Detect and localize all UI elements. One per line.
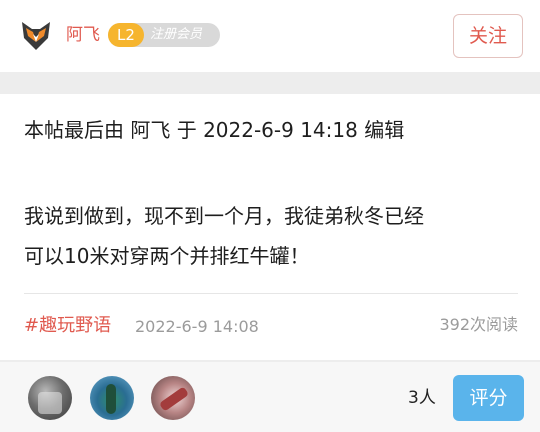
rater-count: 3人 [408,388,436,408]
rater-avatar[interactable] [90,376,134,420]
rater-avatar[interactable] [151,376,195,420]
author-name[interactable]: 阿飞 [66,24,100,46]
post-content: 我说到做到，现不到一个月，我徒弟秋冬已经 可以10米对穿两个并排红牛罐！ [24,196,524,276]
level-badge: L2 [108,23,144,47]
topic-tag-link[interactable]: #趣玩野语 [24,314,111,338]
divider [24,293,518,294]
view-count: 392次阅读 [439,315,518,334]
author-header: 阿飞 L2 注册会员 关注 [0,0,540,72]
fox-logo-icon[interactable] [20,20,52,52]
post-content-line: 可以10米对穿两个并排红牛罐！ [24,244,310,268]
post-date: 2022-6-9 14:08 [135,317,259,336]
rater-avatar[interactable] [28,376,72,420]
rate-button[interactable]: 评分 [453,375,524,421]
follow-button[interactable]: 关注 [453,14,523,58]
member-group-label: 注册会员 [150,27,203,42]
post-detail-page: 阿飞 L2 注册会员 关注 本帖最后由 阿飞 于 2022-6-9 14:18 … [0,0,540,432]
rating-bar: 3人 评分 [0,362,540,432]
edit-note: 本帖最后由 阿飞 于 2022-6-9 14:18 编辑 [24,118,405,142]
post-body: 本帖最后由 阿飞 于 2022-6-9 14:18 编辑 我说到做到，现不到一个… [0,94,540,360]
post-content-line: 我说到做到，现不到一个月，我徒弟秋冬已经 [24,204,424,228]
member-group-pill: L2 注册会员 [108,23,220,47]
